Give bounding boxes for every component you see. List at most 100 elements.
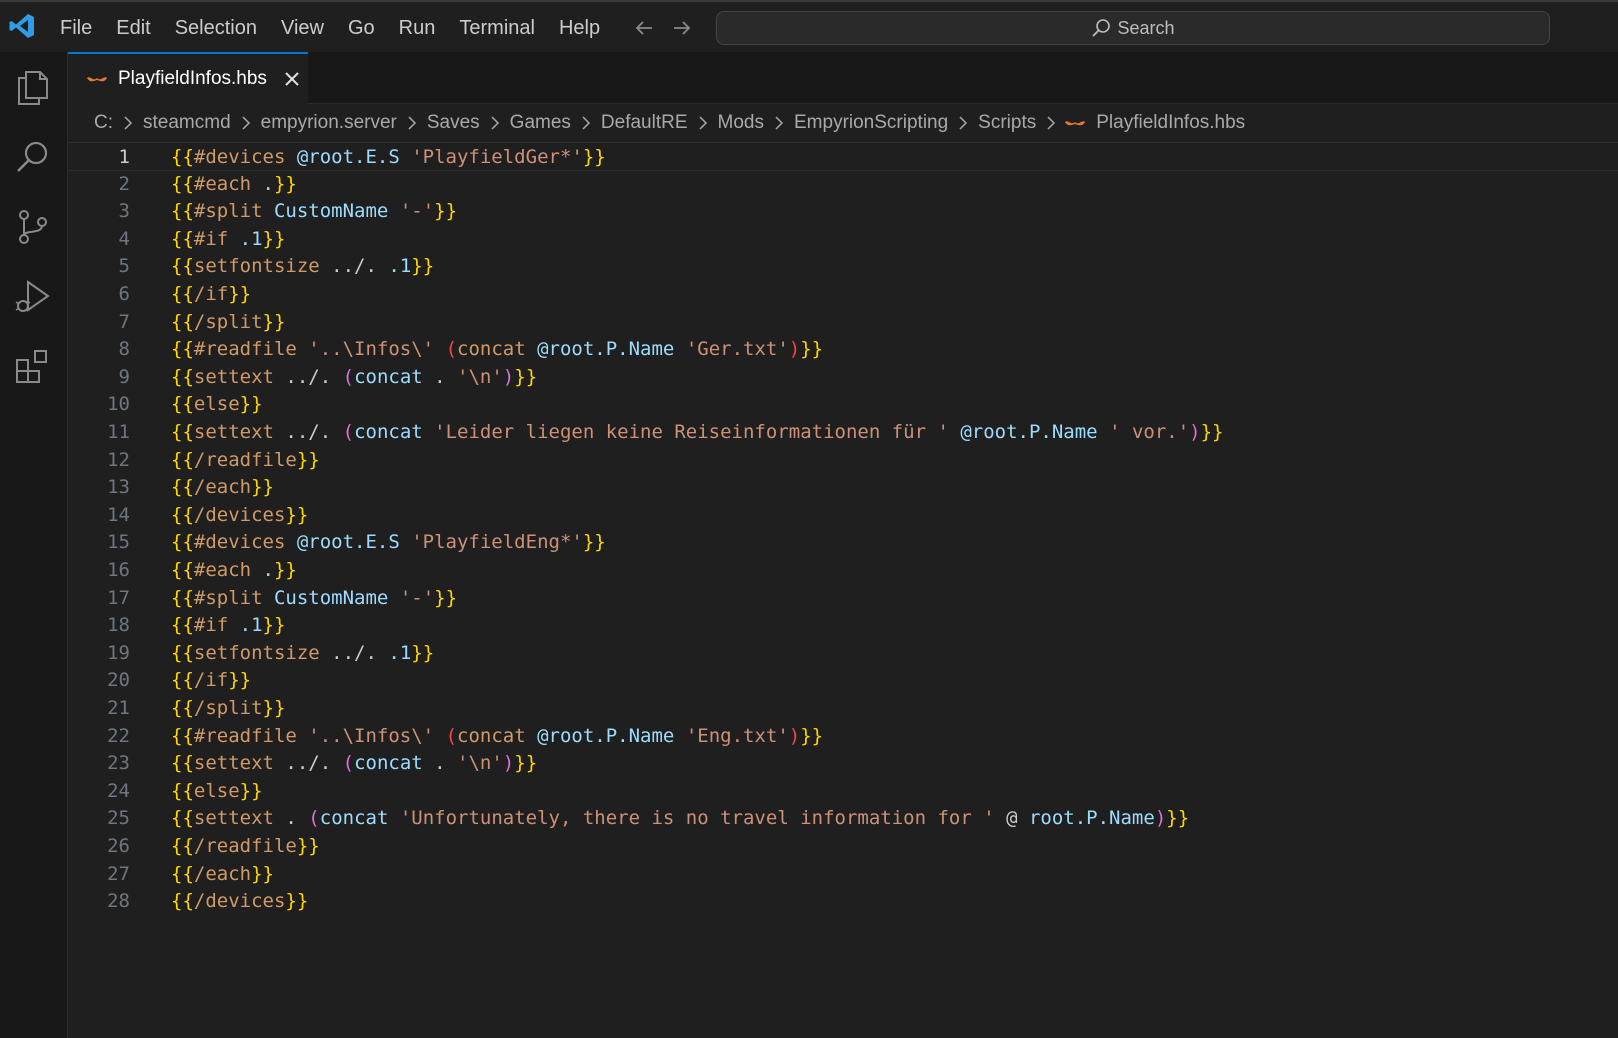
code-line[interactable]: 26 {{/readfile}} (68, 832, 1618, 861)
tab-playfieldinfos[interactable]: PlayfieldInfos.hbs (68, 52, 308, 104)
menu-terminal[interactable]: Terminal (447, 2, 547, 54)
breadcrumb-item[interactable]: DefaultRE (599, 112, 690, 134)
code-line[interactable]: 24 {{else}} (68, 777, 1618, 806)
code-line[interactable]: 16 {{#each .}} (68, 556, 1618, 585)
code-text: {{/if}} (171, 283, 252, 305)
tab-label: PlayfieldInfos.hbs (118, 68, 267, 89)
code-line[interactable]: 19 {{setfontsize ../. .1}} (68, 639, 1618, 668)
code-text: {{else}} (171, 779, 263, 802)
command-search-box[interactable]: Search (716, 11, 1550, 45)
menu-view[interactable]: View (269, 2, 336, 54)
breadcrumb-item[interactable]: EmpyrionScripting (792, 112, 950, 134)
menu-help[interactable]: Help (547, 2, 612, 54)
code-text: {{#devices @root.E.S 'PlayfieldGer*'}} (171, 146, 606, 168)
line-number: 8 (118, 338, 130, 361)
line-number: 11 (107, 421, 130, 443)
search-icon (1092, 19, 1111, 37)
title-bar: File Edit Selection View Go Run Terminal… (0, 0, 1618, 52)
search-label: Search (1117, 17, 1175, 38)
code-line[interactable]: 21 {{/split}} (68, 694, 1618, 723)
code-text: {{settext ../. (concat . '\n')}} (171, 365, 538, 388)
menu-go[interactable]: Go (336, 2, 387, 54)
code-line[interactable]: 8 {{#readfile '..\Infos\' (concat @root.P… (68, 335, 1618, 364)
source-control-icon[interactable] (14, 208, 52, 246)
code-line[interactable]: 1 {{#devices @root.E.S 'PlayfieldGer*'}} (68, 142, 1618, 171)
code-text: {{/readfile}} (171, 448, 320, 471)
activity-bar (0, 52, 68, 1038)
code-text: {{settext . (concat 'Unfortunately, ther… (171, 807, 1190, 830)
line-number: 4 (118, 227, 130, 250)
code-text: {{/readfile}} (171, 835, 320, 857)
code-line[interactable]: 9 {{settext ../. (concat . '\n')}} (68, 363, 1618, 392)
search-view-icon[interactable] (14, 138, 52, 176)
chevron-right-icon (959, 116, 968, 130)
breadcrumb-item[interactable]: Games (508, 112, 573, 134)
extensions-icon[interactable] (14, 348, 52, 386)
code-text: {{#each .}} (171, 172, 297, 195)
handlebars-file-icon (1065, 121, 1086, 126)
line-number: 14 (107, 503, 130, 526)
line-number: 19 (107, 641, 130, 664)
run-debug-icon[interactable] (14, 278, 52, 316)
line-number: 10 (107, 393, 130, 416)
close-icon[interactable] (283, 70, 301, 88)
code-text: {{#readfile '..\Infos\' (concat @root.P.… (171, 724, 824, 747)
code-text: {{else}} (171, 393, 263, 416)
code-line[interactable]: 25 {{settext . (concat 'Unfortunately, th… (68, 804, 1618, 833)
breadcrumb-item[interactable]: Scripts (976, 112, 1038, 134)
code-editor[interactable]: 1 {{#devices @root.E.S 'PlayfieldGer*'}} 2… (68, 142, 1618, 1038)
code-line[interactable]: 23 {{settext ../. (concat . '\n')}} (68, 749, 1618, 778)
code-text: {{/split}} (171, 697, 286, 719)
code-line[interactable]: 6 {{/if}} (68, 280, 1618, 309)
chevron-right-icon (699, 116, 707, 130)
handlebars-file-icon (87, 77, 107, 82)
breadcrumb-item-file[interactable]: PlayfieldInfos.hbs (1094, 112, 1247, 134)
forward-arrow-icon[interactable] (670, 16, 694, 40)
line-number: 21 (107, 697, 130, 719)
line-number: 16 (107, 559, 130, 581)
chevron-right-icon (408, 116, 416, 130)
code-text: {{/split}} (171, 310, 286, 333)
code-line[interactable]: 14 {{/devices}} (68, 501, 1618, 530)
code-text: {{setfontsize ../. .1}} (171, 641, 435, 664)
code-text: {{#split CustomName '-'}} (171, 586, 458, 609)
menu-run[interactable]: Run (387, 2, 448, 54)
code-line[interactable]: 4 {{#if .1}} (68, 225, 1618, 254)
code-line[interactable]: 15 {{#devices @root.E.S 'PlayfieldEng*'}} (68, 528, 1618, 557)
line-number: 20 (107, 669, 130, 692)
code-line[interactable]: 10 {{else}} (68, 390, 1618, 419)
code-line[interactable]: 5 {{setfontsize ../. .1}} (68, 252, 1618, 281)
menu-selection[interactable]: Selection (163, 2, 269, 54)
chevron-right-icon (242, 116, 250, 130)
code-line[interactable]: 13 {{/each}} (68, 473, 1618, 502)
breadcrumb-item[interactable]: Saves (425, 112, 482, 134)
code-line[interactable]: 28 {{/devices}} (68, 887, 1618, 916)
breadcrumb-item[interactable]: steamcmd (141, 112, 233, 134)
code-line[interactable]: 17 {{#split CustomName '-'}} (68, 584, 1618, 613)
menu-edit[interactable]: Edit (104, 2, 162, 54)
code-line[interactable]: 27 {{/each}} (68, 860, 1618, 889)
code-line[interactable]: 7 {{/split}} (68, 308, 1618, 337)
menu-bar: File Edit Selection View Go Run Terminal… (48, 2, 612, 54)
code-text: {{#devices @root.E.S 'PlayfieldEng*'}} (171, 531, 606, 554)
line-number: 26 (107, 835, 130, 857)
back-arrow-icon[interactable] (632, 16, 656, 40)
code-line[interactable]: 22 {{#readfile '..\Infos\' (concat @root.… (68, 722, 1618, 751)
code-line[interactable]: 11 {{settext ../. (concat 'Leider liegen … (68, 418, 1618, 447)
line-number: 28 (107, 890, 130, 913)
code-line[interactable]: 12 {{/readfile}} (68, 446, 1618, 475)
line-number: 7 (118, 310, 130, 333)
chevron-right-icon (1047, 116, 1056, 130)
code-line[interactable]: 20 {{/if}} (68, 666, 1618, 695)
code-line[interactable]: 18 {{#if .1}} (68, 611, 1618, 640)
code-line[interactable]: 3 {{#split CustomName '-'}} (68, 197, 1618, 226)
explorer-files-icon[interactable] (14, 68, 52, 106)
breadcrumb-item[interactable]: empyrion.server (259, 112, 399, 134)
breadcrumb-item[interactable]: C: (92, 112, 115, 134)
code-text: {{#if .1}} (171, 614, 286, 637)
line-number: 27 (107, 862, 130, 885)
breadcrumb-item[interactable]: Mods (716, 112, 766, 134)
line-number: 23 (107, 752, 130, 775)
menu-file[interactable]: File (48, 2, 104, 54)
code-line[interactable]: 2 {{#each .}} (68, 170, 1618, 199)
